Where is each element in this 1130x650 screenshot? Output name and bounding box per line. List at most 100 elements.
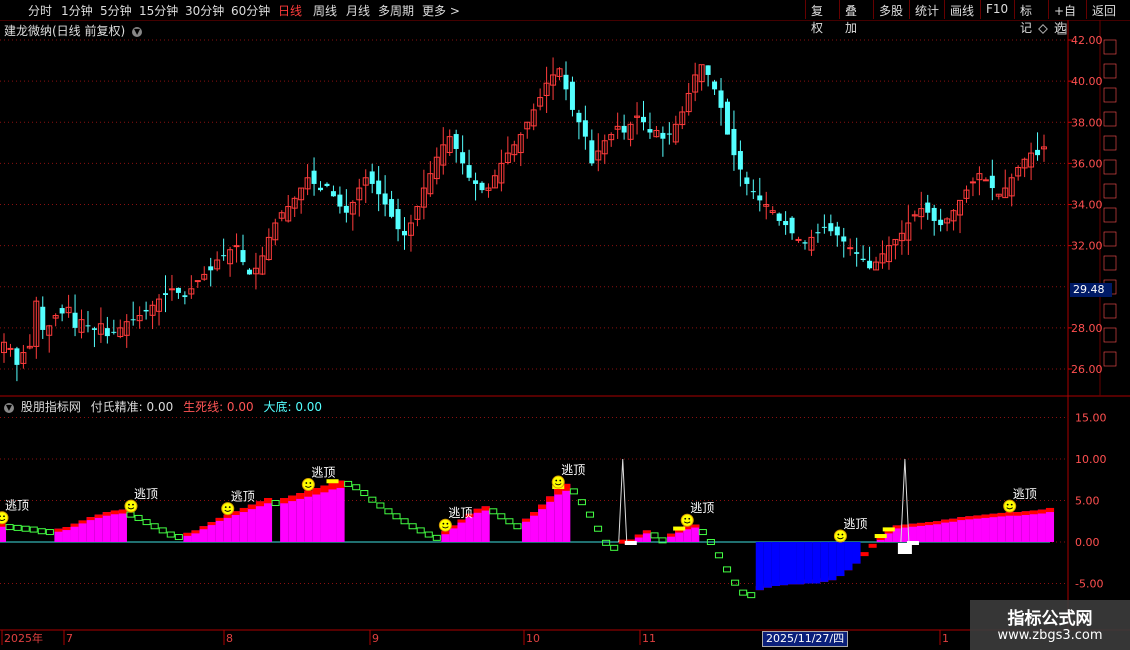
ind-bar-up — [78, 520, 87, 542]
ind-blue-bar — [812, 542, 821, 584]
ind-step-down — [174, 534, 183, 541]
ind-yellow-mark — [673, 526, 686, 531]
escape-top-label: 逃顶 — [843, 517, 867, 531]
ind-spike-line — [618, 458, 628, 543]
ind-blue-bar — [836, 542, 845, 577]
candle-body-down — [104, 328, 110, 337]
ind-bar-cap — [949, 518, 958, 522]
ind-bar-up — [231, 511, 240, 542]
ind-yellow-mark — [326, 479, 339, 484]
price-tick-label: 26.00 — [1071, 363, 1103, 376]
candle-body-down — [1035, 149, 1041, 156]
ind-bar-cap — [957, 517, 966, 521]
ind-bar-cap — [981, 514, 990, 518]
candle-body-down — [925, 202, 931, 213]
current-price-tag: 29.48 — [1070, 283, 1112, 297]
ind-tick-label: -5.00 — [1075, 578, 1103, 591]
ind-bar-cap — [102, 512, 111, 516]
ind-bar-cap — [0, 523, 7, 527]
ind-bar-up — [1021, 511, 1030, 542]
ind-step-down — [400, 518, 409, 525]
candle-body-down — [737, 151, 743, 170]
candle-body-down — [815, 232, 821, 234]
ind-bar-up — [1045, 507, 1055, 542]
ind-bar-cap — [667, 533, 676, 537]
ind-bar-cap — [965, 516, 974, 520]
candle-body-down — [589, 140, 595, 164]
ind-bar-cap — [110, 510, 119, 515]
ind-bar-up — [521, 518, 531, 542]
ind-step-down — [5, 524, 14, 531]
x-axis-label: 9 — [372, 632, 379, 645]
smiley-eye — [841, 533, 844, 536]
ind-bar-up — [1013, 512, 1022, 542]
diamond-icon — [1038, 24, 1048, 34]
ind-bar-cap — [191, 530, 200, 534]
ind-tick-label: 10.00 — [1075, 453, 1107, 466]
candle-body-down — [40, 306, 46, 330]
ind-step-down — [368, 496, 377, 503]
ind-bar-cap — [908, 523, 917, 527]
ind-bar-cap — [473, 508, 482, 513]
ind-bar-cap — [54, 528, 63, 532]
candle-body-down — [162, 293, 168, 295]
ind-bar-cap — [255, 501, 264, 507]
ind-bar-cap — [997, 512, 1006, 517]
candle-body-down — [931, 207, 937, 221]
ind-bar-cap — [86, 517, 95, 521]
ind-white-marker — [624, 541, 637, 545]
ind-bar-up — [546, 496, 555, 542]
candle-body-up — [168, 288, 175, 291]
ind-step-down — [513, 523, 522, 530]
ind-step-down — [166, 531, 175, 538]
ind-bar-up — [965, 516, 974, 542]
candle-body-down — [821, 226, 827, 228]
ind-bar-cap — [328, 482, 337, 490]
escape-top-label: 逃顶 — [690, 501, 714, 515]
ind-bar-up — [989, 513, 998, 542]
ind-bar-cap — [239, 507, 248, 513]
escape-top-label: 逃顶 — [561, 463, 585, 477]
ind-step-down — [424, 531, 433, 538]
ind-bar-up — [239, 507, 248, 542]
ind-bar-cap — [1005, 512, 1014, 516]
right-strip-glyph — [1103, 351, 1117, 367]
candle-body-down — [208, 266, 214, 271]
price-tick-label: 40.00 — [1071, 75, 1103, 88]
ind-bar-cap — [538, 504, 547, 510]
ind-step-down — [13, 524, 22, 531]
ind-bar-cap — [1021, 511, 1030, 515]
smiley-icon — [833, 529, 847, 543]
ind-bar-cap — [989, 513, 998, 518]
right-strip-glyph — [1103, 255, 1117, 271]
candle-body-down — [395, 209, 401, 230]
candle-body-up — [795, 238, 802, 241]
candle-body-down — [246, 269, 252, 275]
candle-body-down — [91, 328, 97, 330]
ind-bar-cap — [296, 493, 305, 499]
price-tick-label: 38.00 — [1071, 116, 1103, 129]
ind-blue-bar — [852, 542, 861, 564]
candle-body-up — [233, 245, 240, 248]
escape-top-label: 逃顶 — [5, 499, 29, 513]
candle-body-down — [569, 81, 575, 110]
ind-blue-bar — [763, 542, 772, 588]
candle-body-down — [621, 125, 627, 133]
ind-step-down — [723, 566, 732, 573]
ind-bar-cap — [1013, 512, 1022, 516]
right-strip-glyph — [1103, 327, 1117, 343]
ind-blue-bar — [771, 542, 780, 586]
candle-body-down — [802, 242, 808, 244]
candle-body-down — [705, 65, 711, 75]
candle-body-down — [834, 226, 840, 236]
candle-body-down — [582, 120, 588, 137]
ind-step-down — [747, 592, 756, 599]
candle-body-down — [647, 129, 653, 133]
ind-step-down — [594, 525, 603, 532]
ind-bar-up — [247, 504, 256, 542]
ind-step-down — [376, 502, 385, 509]
ind-bar-cap — [925, 522, 934, 526]
ind-bar-cap — [312, 488, 321, 495]
ind-bar-up — [312, 488, 321, 542]
ind-bar-up — [215, 517, 224, 542]
